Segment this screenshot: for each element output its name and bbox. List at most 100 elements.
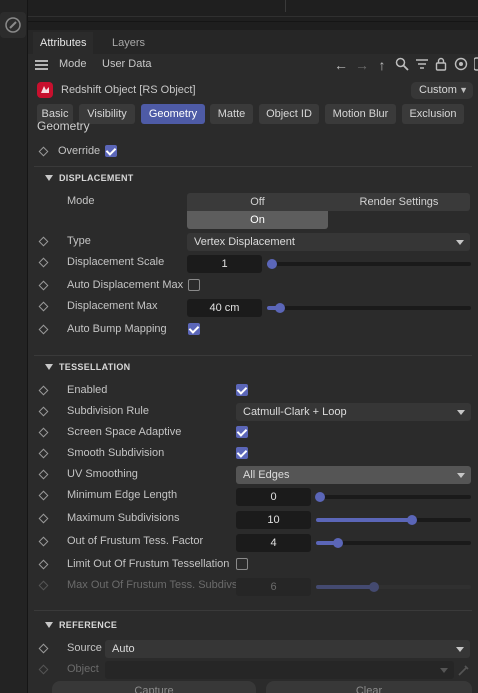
mode-off-button[interactable]: Off xyxy=(187,193,328,211)
target-icon[interactable] xyxy=(453,57,469,73)
mode-label: Mode xyxy=(67,195,95,207)
keyframe-diamond-icon[interactable] xyxy=(38,427,49,438)
auto-bump-mapping-checkbox[interactable] xyxy=(188,323,200,335)
keyframe-diamond-icon[interactable] xyxy=(38,643,49,654)
tab-exclusion[interactable]: Exclusion xyxy=(402,104,464,124)
preset-dropdown[interactable]: Custom ▼ xyxy=(411,82,473,99)
slider-knob[interactable] xyxy=(333,538,343,548)
keyframe-diamond-icon[interactable] xyxy=(38,513,49,524)
hamburger-menu-icon[interactable] xyxy=(35,60,48,70)
divider xyxy=(34,355,472,356)
chevron-down-icon xyxy=(456,240,464,245)
maximum-subdivisions-slider[interactable] xyxy=(316,515,471,525)
source-label: Source xyxy=(67,642,102,654)
keyframe-diamond-icon[interactable] xyxy=(38,490,49,501)
auto-displacement-max-checkbox[interactable] xyxy=(188,279,200,291)
displacement-max-row: Displacement Max 40 cm xyxy=(28,297,478,317)
attributes-menu-bar: Mode User Data ← → ↑ xyxy=(28,54,478,76)
auto-bump-mapping-label: Auto Bump Mapping xyxy=(67,323,167,335)
clear-button[interactable]: Clear xyxy=(266,681,472,693)
left-toolbar xyxy=(0,0,28,693)
panel-tabs: Attributes Layers xyxy=(28,30,478,54)
arrow-left-icon[interactable]: ← xyxy=(333,57,349,73)
tab-attributes[interactable]: Attributes xyxy=(33,32,94,54)
keyframe-diamond-icon xyxy=(38,580,49,591)
out-of-frustum-factor-slider[interactable] xyxy=(316,538,471,548)
tab-matte[interactable]: Matte xyxy=(210,104,253,124)
type-dropdown[interactable]: Vertex Displacement xyxy=(187,233,470,251)
keyframe-diamond-icon[interactable] xyxy=(38,469,49,480)
menu-mode[interactable]: Mode xyxy=(59,58,87,70)
tessellation-header[interactable]: TESSELLATION xyxy=(28,357,478,379)
menu-user-data[interactable]: User Data xyxy=(102,58,152,70)
displacement-scale-input[interactable]: 1 xyxy=(187,255,262,273)
mode-on-button[interactable]: On xyxy=(187,211,328,229)
search-icon[interactable] xyxy=(394,57,410,73)
displacement-max-input[interactable]: 40 cm xyxy=(187,299,262,317)
keyframe-diamond-icon[interactable] xyxy=(38,236,49,247)
source-dropdown[interactable]: Auto xyxy=(105,640,470,658)
enabled-checkbox[interactable] xyxy=(236,384,248,396)
type-label: Type xyxy=(67,235,91,247)
keyframe-diamond-icon[interactable] xyxy=(38,301,49,312)
subdivision-rule-dropdown[interactable]: Catmull-Clark + Loop xyxy=(236,403,471,421)
edit-tool-icon[interactable] xyxy=(0,12,26,38)
uv-smoothing-dropdown[interactable]: All Edges xyxy=(236,466,471,484)
displacement-header-title: DISPLACEMENT xyxy=(59,173,134,183)
keyframe-diamond-icon[interactable] xyxy=(38,559,49,570)
object-link-field xyxy=(105,661,454,679)
object-title: Redshift Object [RS Object] xyxy=(61,84,196,96)
tessellation-header-title: TESSELLATION xyxy=(59,362,131,372)
keyframe-diamond-icon[interactable] xyxy=(38,257,49,268)
redshift-object-icon xyxy=(37,82,53,98)
keyframe-diamond-icon[interactable] xyxy=(38,385,49,396)
slider-knob[interactable] xyxy=(407,515,417,525)
reference-header-title: REFERENCE xyxy=(59,620,118,630)
displacement-max-slider[interactable] xyxy=(267,303,471,313)
displacement-scale-row: Displacement Scale 1 xyxy=(28,253,478,273)
tab-layers[interactable]: Layers xyxy=(105,32,152,54)
slider-knob[interactable] xyxy=(275,303,285,313)
capture-button[interactable]: Capture xyxy=(52,681,256,693)
minimum-edge-length-input[interactable]: 0 xyxy=(236,488,311,506)
divider xyxy=(34,166,472,167)
eyedropper-icon xyxy=(457,663,471,677)
tab-object-id[interactable]: Object ID xyxy=(259,104,319,124)
reference-header[interactable]: REFERENCE xyxy=(28,615,478,637)
maximum-subdivisions-label: Maximum Subdivisions xyxy=(67,512,180,524)
chevron-down-icon xyxy=(457,473,465,478)
max-out-of-frustum-subdivs-slider xyxy=(316,582,471,592)
out-of-frustum-factor-input[interactable]: 4 xyxy=(236,534,311,552)
max-out-of-frustum-subdivs-input: 6 xyxy=(236,578,311,596)
tab-motion-blur[interactable]: Motion Blur xyxy=(325,104,396,124)
displacement-max-label: Displacement Max xyxy=(67,300,158,312)
minimum-edge-length-slider[interactable] xyxy=(315,492,471,502)
keyframe-diamond-icon[interactable] xyxy=(38,536,49,547)
out-of-frustum-factor-label: Out of Frustum Tess. Factor xyxy=(67,535,204,547)
keyframe-diamond-icon[interactable] xyxy=(38,406,49,417)
tab-geometry[interactable]: Geometry xyxy=(141,104,205,124)
section-title-geometry: Geometry xyxy=(37,119,90,133)
override-checkbox[interactable] xyxy=(105,145,117,157)
displacement-header[interactable]: DISPLACEMENT xyxy=(28,168,478,190)
keyframe-diamond-icon[interactable] xyxy=(38,448,49,459)
collapse-triangle-icon xyxy=(45,622,53,628)
keyframe-diamond-icon[interactable] xyxy=(38,324,49,335)
maximum-subdivisions-input[interactable]: 10 xyxy=(236,511,311,529)
arrow-right-icon[interactable]: → xyxy=(354,57,370,73)
type-row: Type Vertex Displacement xyxy=(28,232,478,252)
chevron-down-icon: ▼ xyxy=(459,85,468,95)
slider-knob[interactable] xyxy=(315,492,325,502)
mode-render-settings-button[interactable]: Render Settings xyxy=(328,193,470,211)
limit-out-of-frustum-checkbox[interactable] xyxy=(236,558,248,570)
displacement-scale-slider[interactable] xyxy=(267,259,471,269)
lock-icon[interactable] xyxy=(433,57,449,73)
slider-knob[interactable] xyxy=(267,259,277,269)
keyframe-diamond-icon[interactable] xyxy=(38,146,49,157)
more-icon[interactable] xyxy=(470,57,478,73)
keyframe-diamond-icon[interactable] xyxy=(38,280,49,291)
filter-icon[interactable] xyxy=(414,57,430,73)
screen-space-adaptive-checkbox[interactable] xyxy=(236,426,248,438)
arrow-up-icon[interactable]: ↑ xyxy=(374,57,390,73)
smooth-subdivision-checkbox[interactable] xyxy=(236,447,248,459)
